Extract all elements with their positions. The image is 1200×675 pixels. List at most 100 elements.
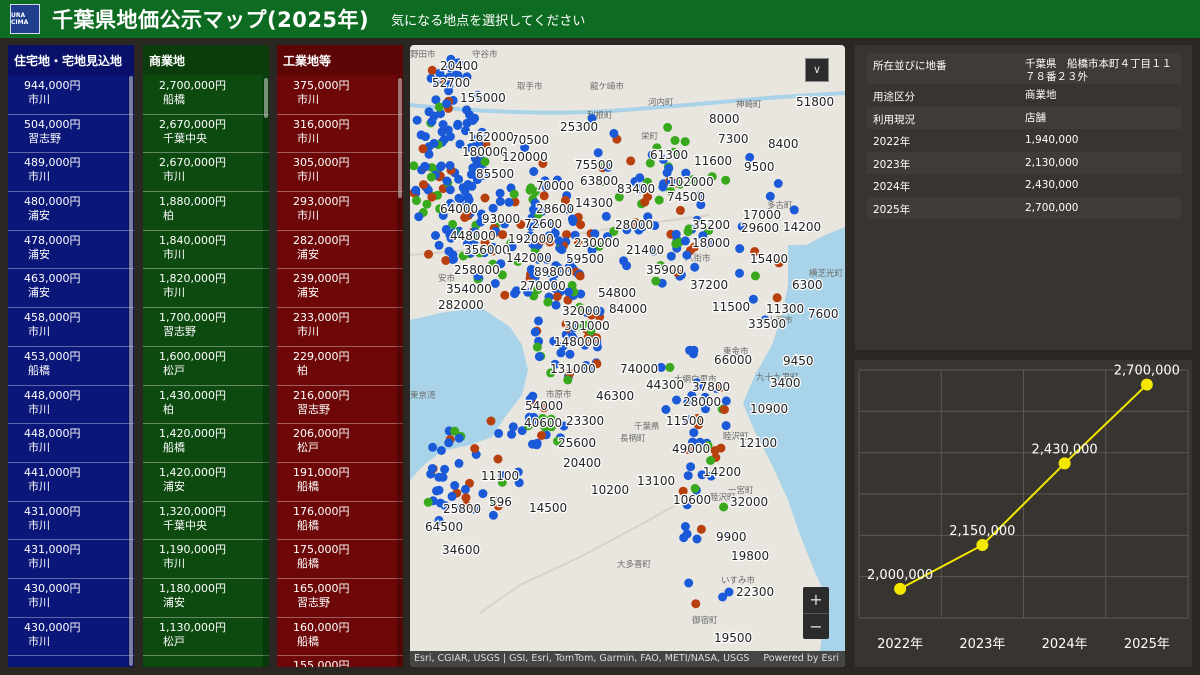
land-price-point[interactable] bbox=[435, 162, 445, 172]
land-price-point[interactable] bbox=[721, 396, 731, 406]
land-price-point[interactable] bbox=[419, 180, 428, 190]
list-item[interactable]: 1,320,000円 千葉中央 bbox=[143, 502, 269, 541]
land-price-point[interactable] bbox=[626, 156, 636, 166]
land-price-point[interactable] bbox=[773, 179, 783, 188]
land-price-point[interactable] bbox=[447, 491, 457, 501]
land-price-point[interactable] bbox=[412, 115, 422, 125]
land-price-point[interactable] bbox=[719, 502, 729, 512]
land-price-point[interactable] bbox=[429, 111, 439, 121]
land-price-point[interactable] bbox=[706, 456, 716, 465]
land-price-point[interactable] bbox=[748, 294, 758, 304]
land-price-point[interactable] bbox=[691, 599, 701, 609]
land-price-point[interactable] bbox=[534, 352, 544, 362]
land-price-point[interactable] bbox=[750, 271, 760, 281]
list-item[interactable]: 2,700,000円 船橋 bbox=[143, 76, 269, 115]
residential-scrollbar[interactable] bbox=[128, 76, 134, 667]
list-item[interactable]: 441,000円 市川 bbox=[8, 463, 134, 502]
land-price-point[interactable] bbox=[543, 297, 553, 307]
land-price-point[interactable] bbox=[470, 444, 480, 453]
land-price-point[interactable] bbox=[445, 161, 455, 170]
list-item[interactable]: 375,000円 市川 bbox=[277, 76, 403, 115]
land-price-point[interactable] bbox=[529, 167, 539, 176]
land-price-point[interactable] bbox=[696, 524, 706, 534]
list-item[interactable]: 160,000円 船橋 bbox=[277, 618, 403, 657]
list-item[interactable]: 2,670,000円 千葉中央 bbox=[143, 115, 269, 154]
land-price-point[interactable] bbox=[601, 211, 611, 221]
land-price-point[interactable] bbox=[498, 230, 508, 240]
land-price-point[interactable] bbox=[665, 362, 675, 372]
land-price-point[interactable] bbox=[551, 300, 561, 310]
land-price-point[interactable] bbox=[426, 172, 436, 182]
list-item[interactable]: 175,000円 船橋 bbox=[277, 540, 403, 579]
list-item[interactable]: 191,000円 船橋 bbox=[277, 463, 403, 502]
land-price-point[interactable] bbox=[420, 161, 430, 171]
list-item[interactable]: 1,840,000円 市川 bbox=[143, 231, 269, 270]
land-price-point[interactable] bbox=[494, 428, 504, 438]
zoom-in-button[interactable]: + bbox=[803, 587, 829, 613]
commercial-scrollbar[interactable] bbox=[263, 76, 269, 667]
land-price-point[interactable] bbox=[671, 239, 681, 249]
list-item[interactable]: 1,600,000円 松戸 bbox=[143, 347, 269, 386]
land-price-point[interactable] bbox=[493, 454, 503, 464]
land-price-point[interactable] bbox=[429, 138, 439, 148]
land-price-point[interactable] bbox=[689, 345, 699, 355]
list-item[interactable]: 293,000円 市川 bbox=[277, 192, 403, 231]
list-item[interactable]: 1,420,000円 船橋 bbox=[143, 424, 269, 463]
land-price-point[interactable] bbox=[640, 197, 650, 207]
list-item[interactable]: 458,000円 市川 bbox=[8, 308, 134, 347]
land-price-point[interactable] bbox=[454, 174, 464, 184]
land-price-point[interactable] bbox=[490, 279, 500, 288]
land-price-point[interactable] bbox=[454, 458, 464, 468]
land-price-point[interactable] bbox=[530, 327, 540, 337]
land-price-point[interactable] bbox=[432, 486, 441, 496]
land-price-point[interactable] bbox=[672, 395, 681, 405]
land-price-point[interactable] bbox=[424, 249, 433, 259]
list-item[interactable]: 165,000円 習志野 bbox=[277, 579, 403, 618]
list-item[interactable]: 155,000円 bbox=[277, 656, 403, 667]
land-price-point[interactable] bbox=[507, 429, 517, 439]
list-item[interactable]: 1,880,000円柏 bbox=[143, 192, 269, 231]
list-item[interactable]: 216,000円 習志野 bbox=[277, 386, 403, 425]
land-price-point[interactable] bbox=[684, 578, 694, 588]
land-price-point[interactable] bbox=[444, 438, 454, 448]
list-item[interactable]: 430,000円 市川 bbox=[8, 618, 134, 657]
land-price-point[interactable] bbox=[654, 195, 664, 205]
land-price-point[interactable] bbox=[480, 193, 490, 203]
list-item[interactable]: 1,130,000円 松戸 bbox=[143, 618, 269, 657]
chart-point[interactable] bbox=[1140, 378, 1153, 391]
land-price-point[interactable] bbox=[710, 446, 720, 455]
industrial-scrollbar[interactable] bbox=[397, 76, 403, 667]
land-price-point[interactable] bbox=[495, 197, 505, 206]
land-price-point[interactable] bbox=[431, 231, 440, 240]
land-price-point[interactable] bbox=[575, 271, 585, 281]
land-price-point[interactable] bbox=[680, 522, 690, 531]
land-price-point[interactable] bbox=[450, 481, 460, 490]
land-price-point[interactable] bbox=[463, 180, 473, 189]
land-price-point[interactable] bbox=[682, 250, 692, 260]
land-price-point[interactable] bbox=[690, 262, 700, 272]
land-price-point[interactable] bbox=[683, 471, 693, 481]
list-item[interactable]: 1,420,000円 浦安 bbox=[143, 463, 269, 502]
land-price-point[interactable] bbox=[454, 433, 464, 443]
land-price-point[interactable] bbox=[661, 405, 671, 414]
land-price-point[interactable] bbox=[410, 161, 419, 171]
list-item[interactable]: 448,000円 市川 bbox=[8, 386, 134, 425]
land-price-point[interactable] bbox=[436, 446, 446, 455]
residential-list[interactable]: 944,000円 市川 504,000円 習志野 489,000円 市川 480,000円浦… bbox=[8, 76, 134, 667]
land-price-point[interactable] bbox=[675, 205, 685, 215]
land-price-point[interactable] bbox=[664, 163, 674, 173]
land-price-point[interactable] bbox=[554, 236, 564, 246]
land-price-point[interactable] bbox=[735, 244, 745, 254]
chart-point[interactable] bbox=[976, 539, 989, 552]
land-price-point[interactable] bbox=[534, 316, 543, 326]
land-price-point[interactable] bbox=[552, 292, 562, 302]
land-price-point[interactable] bbox=[682, 529, 692, 539]
list-item[interactable]: 448,000円 市川 bbox=[8, 424, 134, 463]
land-price-point[interactable] bbox=[789, 205, 799, 215]
land-price-point[interactable] bbox=[651, 276, 661, 286]
list-item[interactable]: 504,000円 習志野 bbox=[8, 115, 134, 154]
land-price-point[interactable] bbox=[508, 422, 518, 432]
land-price-point[interactable] bbox=[500, 290, 510, 300]
land-price-point[interactable] bbox=[666, 251, 676, 261]
land-price-point[interactable] bbox=[427, 192, 437, 202]
